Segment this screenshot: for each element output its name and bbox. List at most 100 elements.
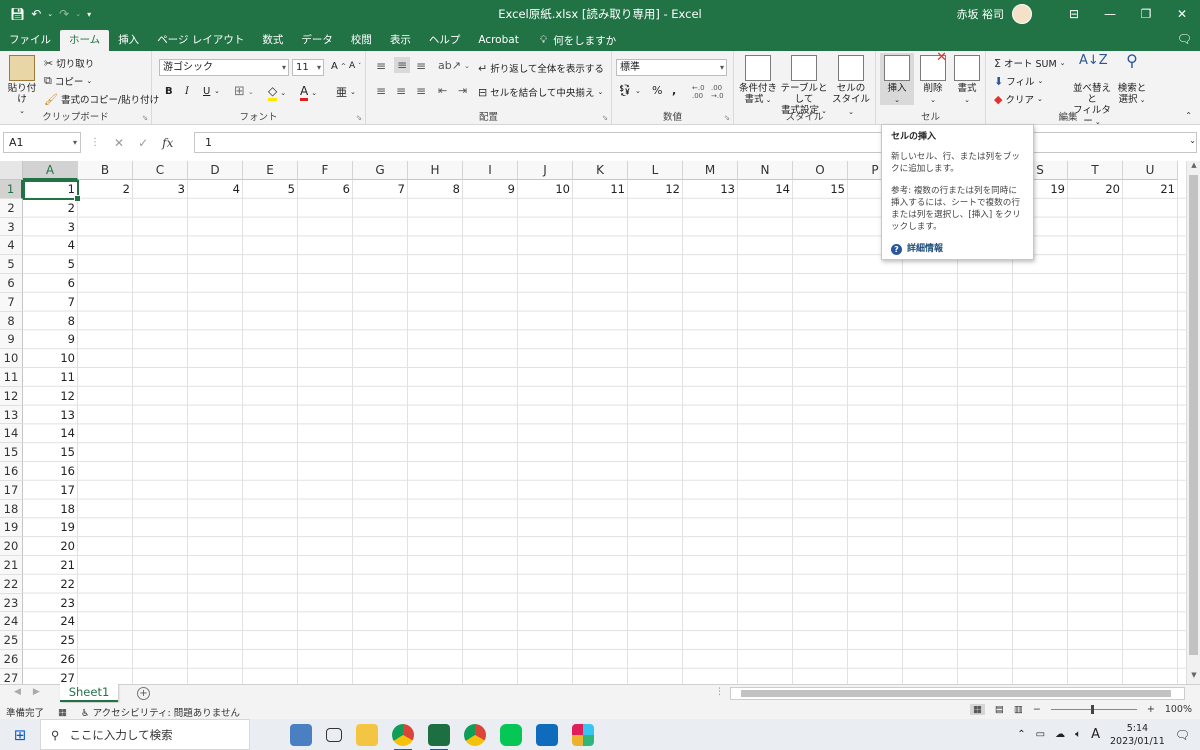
align-top-icon[interactable]: ≡ xyxy=(376,59,386,73)
row-header-3[interactable]: 3 xyxy=(0,217,23,237)
redo-icon[interactable]: ↷ xyxy=(59,7,69,21)
collapse-ribbon-icon[interactable]: ⌃ xyxy=(1185,111,1192,120)
format-cells-button[interactable]: 書式 ⌄ xyxy=(950,55,984,106)
align-center-icon[interactable]: ≡ xyxy=(396,84,406,98)
column-header-h[interactable]: H xyxy=(408,161,463,180)
number-format-combo[interactable]: 標準 ▾ xyxy=(616,59,727,76)
cell-a11[interactable]: 11 xyxy=(23,368,78,386)
name-box[interactable]: A1 ▾ xyxy=(3,132,81,153)
column-header-c[interactable]: C xyxy=(133,161,188,180)
horizontal-scroll-thumb[interactable] xyxy=(741,690,1171,697)
cell-a13[interactable]: 13 xyxy=(23,406,78,424)
cell-a9[interactable]: 9 xyxy=(23,330,78,348)
underline-button[interactable]: U xyxy=(203,86,210,97)
cell-a6[interactable]: 6 xyxy=(23,274,78,292)
row-header-1[interactable]: 1 xyxy=(0,180,23,199)
vertical-scroll-thumb[interactable] xyxy=(1189,175,1198,655)
cell-a22[interactable]: 22 xyxy=(23,575,78,593)
cell-c1[interactable]: 3 xyxy=(133,180,188,198)
column-header-l[interactable]: L xyxy=(628,161,683,180)
wrap-text-button[interactable]: ↵ 折り返して全体を表示する xyxy=(478,61,604,76)
customize-qat-icon[interactable]: ▾ xyxy=(87,10,91,19)
network-icon[interactable]: ☁ xyxy=(1055,729,1065,740)
column-header-k[interactable]: K xyxy=(573,161,628,180)
show-hidden-icons-icon[interactable]: ⌃ xyxy=(1017,729,1025,740)
autosum-button[interactable]: Σ オート SUM ⌄ xyxy=(994,56,1066,71)
column-header-f[interactable]: F xyxy=(298,161,353,180)
cell-a21[interactable]: 21 xyxy=(23,556,78,574)
font-color-icon[interactable]: A ⌄ xyxy=(300,84,317,101)
ribbon-display-options-icon[interactable]: ⊟ xyxy=(1056,7,1092,21)
cell-a14[interactable]: 14 xyxy=(23,424,78,442)
avatar[interactable] xyxy=(1012,4,1032,24)
zoom-level[interactable]: 100% xyxy=(1165,704,1192,715)
row-header-13[interactable]: 13 xyxy=(0,405,23,425)
row-header-20[interactable]: 20 xyxy=(0,537,23,556)
increase-decimal-icon[interactable]: ←.0.00 xyxy=(692,84,705,100)
clear-button[interactable]: ◆ クリア ⌄ xyxy=(994,92,1043,107)
battery-icon[interactable]: ▭ xyxy=(1036,729,1045,740)
enter-icon[interactable]: ✓ xyxy=(138,136,148,150)
orientation-icon[interactable]: ab↗ ⌄ xyxy=(438,59,470,72)
cell-a10[interactable]: 10 xyxy=(23,349,78,367)
volume-icon[interactable]: 🔈︎ xyxy=(1075,729,1081,740)
normal-view-icon[interactable]: ▦ xyxy=(969,704,985,715)
cell-a3[interactable]: 3 xyxy=(23,218,78,236)
row-header-15[interactable]: 15 xyxy=(0,443,23,462)
cell-a15[interactable]: 15 xyxy=(23,443,78,461)
sheet-nav-arrows-icon[interactable]: ◀▶ xyxy=(14,687,52,697)
row-header-18[interactable]: 18 xyxy=(0,499,23,519)
undo-icon[interactable]: ↶ xyxy=(31,7,41,21)
clipboard-launcher-icon[interactable]: ⬂ xyxy=(142,114,148,122)
underline-dropdown-icon[interactable]: ⌄ xyxy=(214,87,220,95)
cell-k1[interactable]: 11 xyxy=(573,180,628,198)
macro-record-icon[interactable]: ▦ xyxy=(58,707,67,718)
cell-l1[interactable]: 12 xyxy=(628,180,683,198)
formula-bar-divider-icon[interactable]: ⋮ xyxy=(90,137,100,148)
column-header-a[interactable]: A xyxy=(23,161,78,180)
column-header-i[interactable]: I xyxy=(463,161,518,180)
font-size-combo[interactable]: 11 ▾ xyxy=(292,59,324,76)
find-select-button[interactable]: ⚲ 検索と 選択 ⌄ xyxy=(1116,53,1148,106)
tab-view[interactable]: 表示 xyxy=(381,30,420,51)
row-header-26[interactable]: 26 xyxy=(0,650,23,669)
save-icon[interactable]: 💾︎ xyxy=(10,7,25,21)
cell-a20[interactable]: 20 xyxy=(23,537,78,555)
number-launcher-icon[interactable]: ⬂ xyxy=(724,114,730,122)
windows-start-icon[interactable]: ⊞ xyxy=(0,726,40,744)
ime-indicator[interactable]: A xyxy=(1091,727,1100,742)
notifications-icon[interactable]: 🗨︎ xyxy=(1175,728,1190,742)
row-header-9[interactable]: 9 xyxy=(0,330,23,350)
bold-button[interactable]: B xyxy=(165,86,173,97)
cell-a8[interactable]: 8 xyxy=(23,312,78,330)
fill-color-icon[interactable]: ◇ ⌄ xyxy=(268,84,286,101)
taskbar-clock[interactable]: 5:14 2023/01/11 xyxy=(1110,722,1165,748)
conditional-formatting-button[interactable]: 条件付き 書式 ⌄ xyxy=(738,55,778,106)
column-header-n[interactable]: N xyxy=(738,161,793,180)
cell-g1[interactable]: 7 xyxy=(353,180,408,198)
row-header-8[interactable]: 8 xyxy=(0,311,23,331)
column-header-e[interactable]: E xyxy=(243,161,298,180)
column-header-u[interactable]: U xyxy=(1123,161,1178,180)
cell-m1[interactable]: 13 xyxy=(683,180,738,198)
redo-dropdown-icon[interactable]: ⌄ xyxy=(75,10,81,18)
align-bottom-icon[interactable]: ≡ xyxy=(416,59,426,73)
cell-a24[interactable]: 24 xyxy=(23,612,78,630)
add-sheet-button[interactable]: + xyxy=(137,687,150,700)
tab-insert[interactable]: 挿入 xyxy=(109,30,148,51)
restore-button[interactable]: ❐ xyxy=(1128,7,1164,21)
row-header-7[interactable]: 7 xyxy=(0,292,23,312)
select-all-corner[interactable] xyxy=(0,161,23,180)
tab-help[interactable]: ヘルプ xyxy=(420,30,470,51)
tell-me-box[interactable]: 💡︎ 何をしますか xyxy=(528,30,616,51)
paste-button[interactable]: 貼り付け ⌄ xyxy=(4,55,40,117)
cortana-app-icon[interactable] xyxy=(290,723,312,746)
column-header-d[interactable]: D xyxy=(188,161,243,180)
row-header-10[interactable]: 10 xyxy=(0,349,23,368)
cell-e1[interactable]: 5 xyxy=(243,180,298,198)
cell-a12[interactable]: 12 xyxy=(23,387,78,405)
tab-formulas[interactable]: 数式 xyxy=(253,30,292,51)
cell-a23[interactable]: 23 xyxy=(23,594,78,612)
cell-a5[interactable]: 5 xyxy=(23,255,78,273)
cell-a16[interactable]: 16 xyxy=(23,462,78,480)
